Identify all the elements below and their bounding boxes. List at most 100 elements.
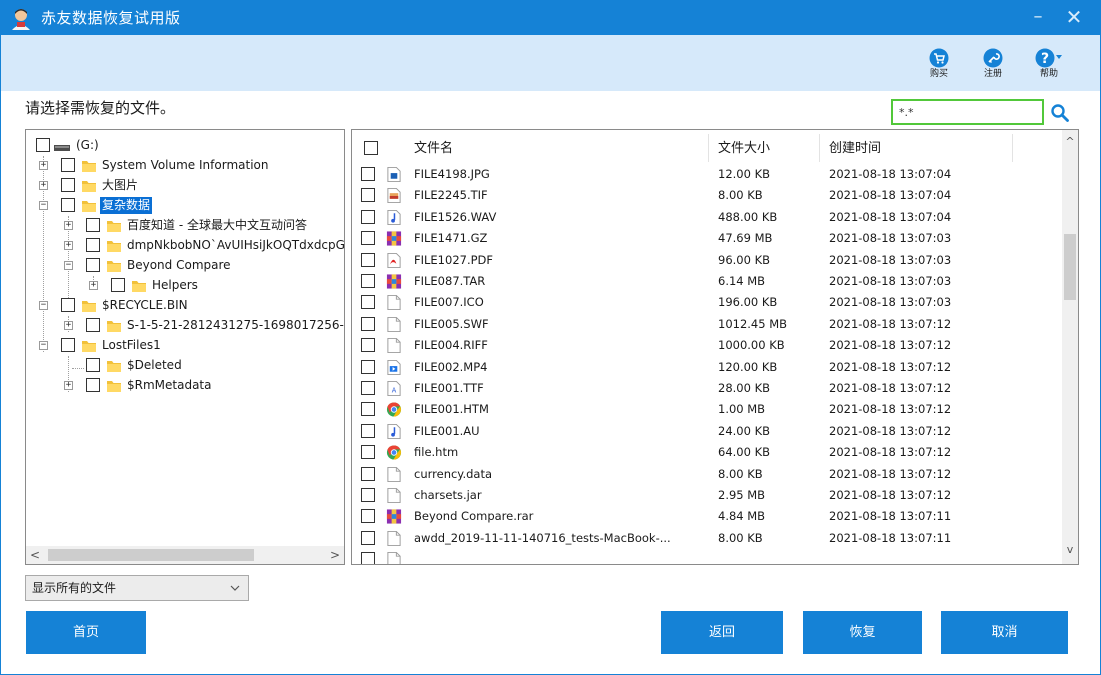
file-row[interactable]: FILE1027.PDF 96.00 KB 2021-08-18 13:07:03 <box>352 250 1062 271</box>
help-button[interactable]: ? 帮助 <box>1031 48 1067 88</box>
column-header-date[interactable]: 创建时间 <box>829 140 881 158</box>
file-checkbox[interactable] <box>361 252 375 267</box>
tree-checkbox[interactable] <box>86 258 100 272</box>
file-row[interactable]: Beyond Compare.rar 4.84 MB 2021-08-18 13:0… <box>352 506 1062 527</box>
tree-checkbox[interactable] <box>86 318 100 332</box>
tree-node-lostfiles1[interactable]: − LostFiles1 <box>26 336 344 356</box>
tree-node-beyond-compare[interactable]: − Beyond Compare <box>26 256 344 276</box>
file-checkbox[interactable] <box>361 338 375 353</box>
expand-toggle[interactable]: + <box>39 161 48 170</box>
file-checkbox[interactable] <box>361 488 375 502</box>
cancel-button[interactable]: 取消 <box>941 611 1068 654</box>
file-row-partial[interactable] <box>352 549 1062 564</box>
tree-node-helpers[interactable]: + Helpers <box>26 276 344 296</box>
file-checkbox[interactable] <box>361 509 375 524</box>
file-checkbox[interactable] <box>361 231 375 246</box>
file-checkbox[interactable] <box>361 552 375 564</box>
expand-toggle[interactable]: + <box>64 241 73 250</box>
tree-checkbox[interactable] <box>86 238 100 252</box>
scroll-left-arrow[interactable]: < <box>26 546 44 564</box>
file-filter-dropdown[interactable]: 显示所有的文件 <box>25 575 249 601</box>
close-button[interactable]: ✕ <box>1061 4 1087 30</box>
expand-toggle[interactable]: + <box>89 281 98 290</box>
file-row[interactable]: charsets.jar 2.95 MB 2021-08-18 13:07:12 <box>352 485 1062 506</box>
tree-checkbox[interactable] <box>86 218 100 232</box>
select-all-checkbox[interactable] <box>364 141 378 155</box>
recover-button[interactable]: 恢复 <box>803 611 922 654</box>
minimize-button[interactable]: – <box>1025 4 1051 30</box>
file-checkbox[interactable] <box>361 167 375 181</box>
tree-node-system-volume-information[interactable]: + System Volume Information <box>26 156 344 176</box>
file-checkbox[interactable] <box>361 359 375 374</box>
expand-toggle[interactable]: + <box>64 321 73 330</box>
file-row[interactable]: FILE001.AU 24.00 KB 2021-08-18 13:07:12 <box>352 421 1062 442</box>
tree-node-big-images[interactable]: + 大图片 <box>26 176 344 196</box>
file-checkbox[interactable] <box>361 188 375 203</box>
file-row[interactable]: FILE004.RIFF 1000.00 KB 2021-08-18 13:07:1… <box>352 335 1062 356</box>
scrollbar-thumb[interactable] <box>1064 234 1076 300</box>
file-checkbox[interactable] <box>361 466 375 481</box>
expand-toggle[interactable]: + <box>64 221 73 230</box>
tree-checkbox[interactable] <box>61 298 75 312</box>
tree-checkbox[interactable] <box>86 378 100 392</box>
search-input[interactable] <box>891 99 1044 125</box>
file-row[interactable]: A FILE001.TTF 28.00 KB 2021-08-18 13:07:12 <box>352 378 1062 399</box>
tree-checkbox[interactable] <box>111 278 125 292</box>
file-row[interactable]: file.htm 64.00 KB 2021-08-18 13:07:12 <box>352 442 1062 463</box>
scroll-down-arrow[interactable]: v <box>1062 542 1078 558</box>
collapse-toggle[interactable]: − <box>39 201 48 210</box>
tree-node-drive-g[interactable]: (G:) <box>26 136 344 156</box>
column-divider[interactable] <box>1012 134 1013 162</box>
column-divider[interactable] <box>708 134 709 162</box>
scrollbar-thumb[interactable] <box>48 549 254 561</box>
tree-node-deleted[interactable]: $Deleted <box>26 356 344 376</box>
home-button[interactable]: 首页 <box>26 611 146 654</box>
column-header-name[interactable]: 文件名 <box>414 140 453 158</box>
file-checkbox[interactable] <box>361 209 375 224</box>
collapse-toggle[interactable]: − <box>64 261 73 270</box>
buy-button[interactable]: 购买 <box>921 48 957 88</box>
scroll-right-arrow[interactable]: > <box>326 546 344 564</box>
file-checkbox[interactable] <box>361 381 375 395</box>
back-button[interactable]: 返回 <box>661 611 783 654</box>
column-header-size[interactable]: 文件大小 <box>718 140 770 158</box>
file-checkbox[interactable] <box>361 295 375 310</box>
file-row[interactable]: FILE007.ICO 196.00 KB 2021-08-18 13:07:03 <box>352 292 1062 313</box>
tree-node-rmmetadata[interactable]: + $RmMetadata <box>26 376 344 396</box>
tree-checkbox[interactable] <box>86 358 100 372</box>
expand-toggle[interactable]: + <box>39 181 48 190</box>
tree-node-dmpnkbobno[interactable]: + dmpNkbobNO`AvUIHsiJkOQTdxdcpGL <box>26 236 344 256</box>
collapse-toggle[interactable]: − <box>39 301 48 310</box>
file-row[interactable]: FILE2245.TIF 8.00 KB 2021-08-18 13:07:04 <box>352 185 1062 206</box>
file-row[interactable]: FILE005.SWF 1012.45 MB 2021-08-18 13:07:12 <box>352 314 1062 335</box>
file-row[interactable]: awdd_2019-11-11-140716_tests-MacBook-...… <box>352 528 1062 549</box>
tree-checkbox[interactable] <box>61 198 75 212</box>
file-row[interactable]: currency.data 8.00 KB 2021-08-18 13:07:12 <box>352 464 1062 485</box>
file-row[interactable]: FILE002.MP4 120.00 KB 2021-08-18 13:07:12 <box>352 357 1062 378</box>
scroll-up-arrow[interactable]: ^ <box>1062 134 1078 150</box>
file-row[interactable]: FILE001.HTM 1.00 MB 2021-08-18 13:07:12 <box>352 399 1062 420</box>
file-checkbox[interactable] <box>361 316 375 331</box>
column-divider[interactable] <box>819 134 820 162</box>
file-checkbox[interactable] <box>361 530 375 545</box>
file-checkbox[interactable] <box>361 423 375 438</box>
file-row[interactable]: FILE087.TAR 6.14 MB 2021-08-18 13:07:03 <box>352 271 1062 292</box>
tree-checkbox[interactable] <box>61 158 75 172</box>
tree-node-complex-data[interactable]: − 复杂数据 <box>26 196 344 216</box>
search-icon[interactable] <box>1050 103 1070 123</box>
tree-horizontal-scrollbar[interactable]: < > <box>26 546 344 564</box>
file-row[interactable]: FILE1471.GZ 47.69 MB 2021-08-18 13:07:03 <box>352 228 1062 249</box>
file-row[interactable]: FILE4198.JPG 12.00 KB 2021-08-18 13:07:04 <box>352 164 1062 185</box>
file-checkbox[interactable] <box>361 402 375 417</box>
tree-node-baidu-zhidao[interactable]: + 百度知道 - 全球最大中文互动问答 <box>26 216 344 236</box>
file-row[interactable]: FILE1526.WAV 488.00 KB 2021-08-18 13:07:04 <box>352 207 1062 228</box>
collapse-toggle[interactable]: − <box>39 341 48 350</box>
file-list-vertical-scrollbar[interactable]: ^ v <box>1062 130 1078 564</box>
register-button[interactable]: 注册 <box>975 48 1011 88</box>
tree-checkbox[interactable] <box>61 338 75 352</box>
tree-checkbox[interactable] <box>36 138 50 152</box>
tree-checkbox[interactable] <box>61 178 75 192</box>
tree-node-sid[interactable]: + S-1-5-21-2812431275-1698017256- <box>26 316 344 336</box>
expand-toggle[interactable]: + <box>64 381 73 390</box>
tree-node-recycle-bin[interactable]: − $RECYCLE.BIN <box>26 296 344 316</box>
